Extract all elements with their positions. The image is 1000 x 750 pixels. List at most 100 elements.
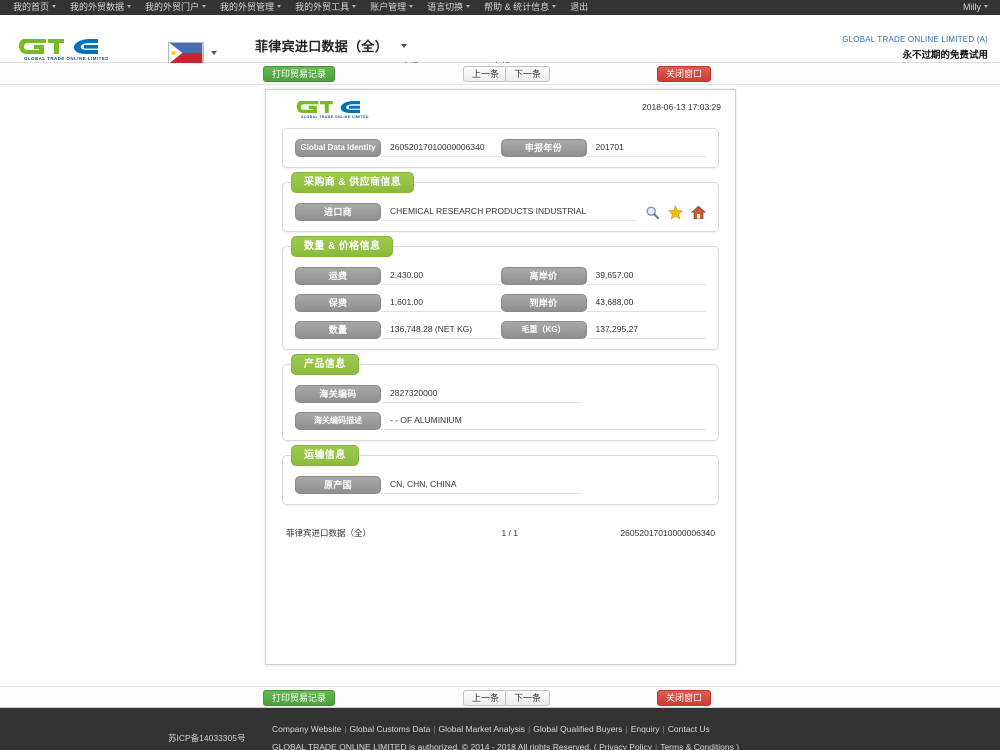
next-record-button-bottom[interactable]: 下一条 bbox=[505, 690, 551, 706]
company-logo[interactable]: GLOBAL TRADE ONLINE LIMITED bbox=[18, 36, 118, 62]
gross-weight-field: 毛重（KG） 137,295.27 bbox=[500, 321, 706, 339]
quantity-grossweight-row: 数量 136,748.28 (NET KG) 毛重（KG） 137,295.27 bbox=[295, 321, 706, 339]
declaration-year-field: 申报年份 201701 bbox=[500, 139, 706, 157]
user-name: Milly bbox=[963, 2, 981, 12]
philippines-flag-icon bbox=[168, 42, 204, 64]
copyright-text: GLOBAL TRADE ONLINE LIMITED is authorize… bbox=[272, 742, 597, 750]
sheet-footer-identity: 26052017010000006340 bbox=[620, 528, 715, 538]
declaration-year-value: 201701 bbox=[586, 140, 706, 157]
country-flag-selector[interactable] bbox=[168, 42, 217, 64]
chevron-down-icon[interactable] bbox=[401, 44, 408, 48]
search-icon[interactable] bbox=[645, 205, 660, 220]
gto-logo-icon: GLOBAL TRADE ONLINE LIMITED bbox=[296, 101, 369, 119]
footer-link-global-customs-data[interactable]: Global Customs Data bbox=[350, 724, 431, 734]
nav-item-home[interactable]: 我的首页 bbox=[6, 0, 63, 15]
fob-field: 离岸价 39,657.00 bbox=[500, 267, 706, 285]
sheet-footer-page: 1 / 1 bbox=[501, 528, 518, 538]
footer-link-terms-conditions[interactable]: Terms & Conditions bbox=[660, 742, 734, 750]
site-footer: 苏ICP备14033305号 Company Website | Global Cu… bbox=[0, 708, 1000, 750]
nav-label: 我的外贸工具 bbox=[295, 2, 350, 12]
nav-item-trade-portal[interactable]: 我的外贸门户 bbox=[138, 0, 213, 15]
record-page-area: GLOBAL TRADE ONLINE LIMITED 2018-06-13 1… bbox=[0, 85, 1000, 686]
divider: | bbox=[527, 724, 531, 734]
fob-value: 39,657.00 bbox=[586, 268, 706, 285]
star-icon[interactable] bbox=[668, 204, 683, 220]
identity-panel: Global Data Identity 2605201701000000634… bbox=[282, 128, 719, 168]
origin-country-value: CN, CHN, CHINA bbox=[381, 477, 581, 494]
gross-weight-label: 毛重（KG） bbox=[500, 321, 587, 339]
svg-text:GLOBAL TRADE ONLINE LIMITED: GLOBAL TRADE ONLINE LIMITED bbox=[301, 115, 369, 119]
freight-fob-row: 运费 2,430.00 离岸价 39,657.00 bbox=[295, 267, 706, 285]
divider: | bbox=[433, 724, 436, 734]
divider: | bbox=[625, 724, 628, 734]
footer-link-company-website[interactable]: Company Website bbox=[272, 724, 341, 734]
footer-link-contact-us[interactable]: Contact Us bbox=[668, 724, 710, 734]
sheet-footer-meta: 菲律宾进口数据（全） 1 / 1 26052017010000006340 bbox=[282, 527, 719, 539]
toolbar-bottom: 打印贸易记录 上一条 下一条 关闭窗口 bbox=[0, 686, 1000, 708]
chevron-down-icon bbox=[202, 5, 207, 8]
footer-link-enquiry[interactable]: Enquiry bbox=[631, 724, 660, 734]
insurance-label: 保费 bbox=[295, 294, 381, 312]
chevron-down-icon bbox=[466, 5, 471, 8]
print-trade-record-button-bottom[interactable]: 打印贸易记录 bbox=[263, 690, 336, 706]
close-window-button-bottom[interactable]: 关闭窗口 bbox=[656, 690, 711, 706]
importer-label: 进口商 bbox=[295, 203, 381, 221]
nav-label: 账户管理 bbox=[370, 2, 407, 12]
nav-label: 语言切换 bbox=[427, 2, 464, 12]
previous-record-button[interactable]: 上一条 bbox=[463, 66, 509, 82]
close-window-button[interactable]: 关闭窗口 bbox=[656, 66, 711, 82]
quantity-price-panel: 数量 & 价格信息 运费 2,430.00 离岸价 39,657.00 保费 1… bbox=[282, 236, 719, 350]
nav-item-logout[interactable]: 退出 bbox=[563, 0, 595, 15]
chevron-down-icon bbox=[127, 5, 132, 8]
quantity-value: 136,748.28 (NET KG) bbox=[381, 322, 501, 339]
nav-item-account-management[interactable]: 账户管理 bbox=[363, 0, 420, 15]
nav-item-trade-data[interactable]: 我的外贸数据 bbox=[63, 0, 138, 15]
nav-item-language-switch[interactable]: 语言切换 bbox=[420, 0, 477, 15]
cif-value: 43,688.00 bbox=[586, 295, 706, 312]
declaration-year-label: 申报年份 bbox=[500, 139, 587, 157]
icp-license-number: 苏ICP备14033305号 bbox=[168, 733, 246, 743]
site-header: GLOBAL TRADE ONLINE LIMITED 菲律宾进口数据（全） G… bbox=[0, 15, 1000, 74]
identity-row: Global Data Identity 2605201701000000634… bbox=[295, 139, 706, 157]
global-data-identity-value: 26052017010000006340 bbox=[381, 140, 501, 157]
copyright-end: ) bbox=[736, 742, 740, 750]
previous-record-button-bottom[interactable]: 上一条 bbox=[463, 690, 509, 706]
hs-code-row: 海关编码 2827320000 bbox=[295, 385, 706, 403]
next-record-button[interactable]: 下一条 bbox=[505, 66, 551, 82]
sheet-header: GLOBAL TRADE ONLINE LIMITED 2018-06-13 1… bbox=[266, 90, 735, 128]
hs-description-row: 海关编码描述 - - OF ALUMINIUM bbox=[295, 412, 706, 430]
nav-label: 我的外贸门户 bbox=[145, 2, 200, 12]
nav-item-help-statistics[interactable]: 帮助 & 统计信息 bbox=[477, 0, 563, 15]
toolbar-top: 打印贸易记录 上一条 下一条 关闭窗口 bbox=[0, 63, 1000, 85]
print-trade-record-button[interactable]: 打印贸易记录 bbox=[263, 66, 336, 82]
gto-logo-icon: GLOBAL TRADE ONLINE LIMITED bbox=[18, 39, 108, 61]
freight-field: 运费 2,430.00 bbox=[295, 267, 501, 285]
origin-country-label: 原产国 bbox=[295, 476, 381, 494]
quantity-label: 数量 bbox=[295, 321, 381, 339]
chevron-down-icon bbox=[409, 5, 414, 8]
quantity-price-section-title: 数量 & 价格信息 bbox=[291, 236, 394, 257]
footer-copyright: GLOBAL TRADE ONLINE LIMITED is authorize… bbox=[272, 742, 739, 750]
account-name: GLOBAL TRADE ONLINE LIMITED (A) bbox=[842, 35, 988, 44]
nav-item-trade-management[interactable]: 我的外贸管理 bbox=[213, 0, 288, 15]
trade-record-sheet: GLOBAL TRADE ONLINE LIMITED 2018-06-13 1… bbox=[265, 89, 736, 665]
transport-info-panel: 运输信息 原产国 CN, CHN, CHINA bbox=[282, 445, 719, 505]
chevron-down-icon bbox=[352, 5, 357, 8]
page-title: 菲律宾进口数据（全） bbox=[255, 39, 389, 54]
quantity-field: 数量 136,748.28 (NET KG) bbox=[295, 321, 501, 339]
account-trial-status: 永不过期的免费试用 bbox=[902, 50, 988, 61]
buyer-supplier-panel: 采购商 & 供应商信息 进口商 CHEMICAL RESEARCH PRODUC… bbox=[282, 172, 719, 232]
hs-code-label: 海关编码 bbox=[295, 385, 381, 403]
nav-label: 我的外贸数据 bbox=[70, 2, 125, 12]
footer-link-global-market-analysis[interactable]: Global Market Analysis bbox=[439, 724, 525, 734]
divider: | bbox=[654, 742, 658, 750]
global-data-identity-label: Global Data Identity bbox=[295, 139, 381, 157]
gross-weight-value: 137,295.27 bbox=[586, 322, 706, 339]
home-icon[interactable] bbox=[691, 205, 706, 220]
nav-item-trade-tools[interactable]: 我的外贸工具 bbox=[288, 0, 363, 15]
footer-link-privacy-policy[interactable]: Privacy Policy bbox=[599, 742, 652, 750]
user-menu[interactable]: Milly bbox=[963, 0, 988, 15]
origin-country-row: 原产国 CN, CHN, CHINA bbox=[295, 476, 706, 494]
footer-link-global-qualified-buyers[interactable]: Global Qualified Buyers bbox=[533, 724, 622, 734]
nav-label: 我的首页 bbox=[13, 2, 50, 12]
